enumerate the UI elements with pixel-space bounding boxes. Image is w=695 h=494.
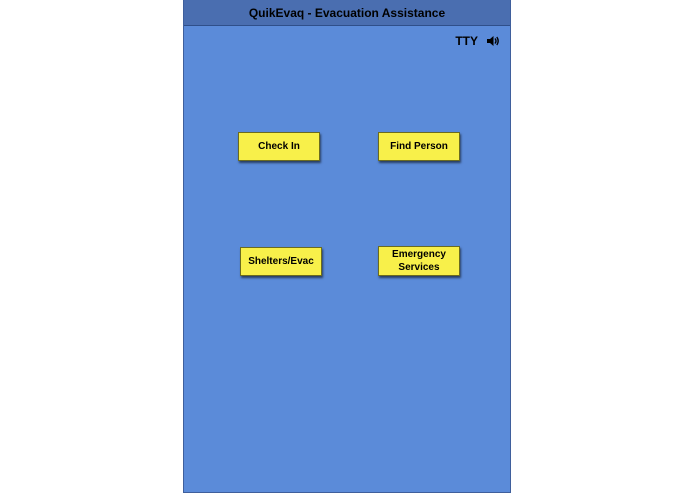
shelters-evac-label: Shelters/Evac: [248, 256, 314, 267]
check-in-button[interactable]: Check In: [238, 132, 320, 161]
title-bar: QuikEvaq - Evacuation Assistance: [184, 0, 510, 26]
accessibility-controls: TTY: [455, 34, 500, 48]
find-person-button[interactable]: Find Person: [378, 132, 460, 161]
find-person-label: Find Person: [390, 141, 448, 152]
app-window: QuikEvaq - Evacuation Assistance TTY Che…: [183, 0, 511, 493]
emergency-label-line1: Emergency: [392, 249, 446, 260]
speaker-volume-icon[interactable]: [486, 34, 500, 48]
emergency-label-line2: Services: [398, 262, 440, 273]
app-title: QuikEvaq - Evacuation Assistance: [248, 5, 446, 20]
emergency-services-label: Emergency Services: [392, 248, 446, 274]
shelters-evac-button[interactable]: Shelters/Evac: [240, 247, 322, 276]
emergency-services-button[interactable]: Emergency Services: [378, 246, 460, 276]
tty-button[interactable]: TTY: [455, 34, 478, 48]
check-in-label: Check In: [258, 141, 300, 152]
